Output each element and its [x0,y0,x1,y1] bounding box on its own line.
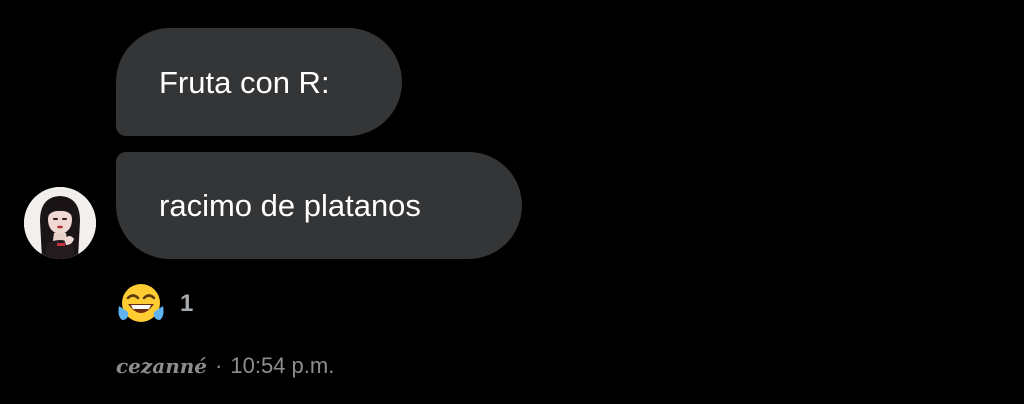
message-time: 10:54 p.m. [230,353,335,378]
sender-name[interactable]: cezanné [116,354,207,378]
reaction-chip[interactable]: 1 [116,282,193,326]
message-bubble[interactable]: Fruta con R: [116,28,402,136]
message-bubble[interactable]: racimo de platanos [116,152,522,259]
avatar-portrait-icon [24,187,96,259]
reaction-count: 1 [180,290,194,317]
chat-view: Fruta con R: racimo de platanos 1 cezann… [0,0,1024,404]
message-text: racimo de platanos [159,188,421,223]
message-text: Fruta con R: [159,64,330,100]
meta-separator: · [215,353,223,378]
message-meta: cezanné · 10:54 p.m. [116,353,334,379]
face-with-tears-of-joy-icon [118,284,164,322]
avatar[interactable] [24,187,96,259]
